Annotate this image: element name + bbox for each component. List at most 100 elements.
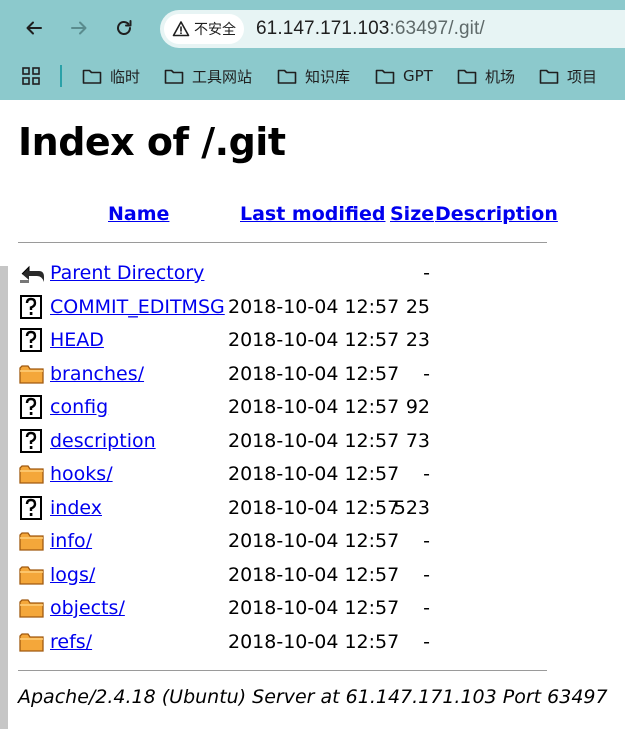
folder-outline-icon [164, 69, 184, 84]
bookmark-label: 项目 [567, 67, 598, 86]
bookmark-label: 知识库 [305, 67, 351, 86]
entry-link[interactable]: refs/ [50, 627, 92, 657]
address-bar[interactable]: 不安全 61.147.171.103:63497/.git/ [160, 10, 625, 48]
entry-date: 2018-10-04 12:57 [228, 463, 400, 485]
entry-date: 2018-10-04 12:57 [228, 563, 400, 586]
entry-date: 2018-10-04 12:57 [228, 362, 400, 385]
bookmark-folder[interactable]: 项目 [539, 64, 597, 88]
unknown-file-icon [18, 495, 46, 520]
folder-outline-icon [457, 69, 477, 84]
bookmark-label: GPT [403, 67, 433, 85]
unknown-file-icon [18, 428, 46, 453]
entry-date: 2018-10-04 12:57 [228, 396, 400, 418]
arrow-left-icon [26, 21, 42, 35]
entry-link[interactable]: index [50, 493, 102, 523]
table-row: branches/2018-10-04 12:57- [18, 359, 558, 389]
sort-by-size-link[interactable]: Size [390, 203, 434, 225]
column-header-description[interactable]: Description [435, 200, 558, 228]
entry-link[interactable]: COMMIT_EDITMSG [50, 292, 225, 322]
folder-icon [18, 563, 46, 587]
entry-link[interactable]: logs/ [50, 560, 95, 590]
reload-button[interactable] [108, 12, 140, 44]
entry-size: - [423, 530, 430, 552]
bookmark-label: 临时 [110, 67, 141, 86]
bookmarks-separator [60, 65, 62, 87]
header-rule [18, 242, 547, 243]
apps-grid-icon[interactable] [22, 67, 40, 85]
bookmark-label: 工具网站 [192, 67, 253, 86]
entry-size: 23 [405, 329, 430, 351]
back-icon [18, 261, 46, 285]
table-row: COMMIT_EDITMSG 2018-10-04 12:57 25 [18, 292, 558, 322]
entry-link[interactable]: Parent Directory [50, 258, 204, 288]
bookmark-folder[interactable]: GPT [375, 64, 433, 88]
forward-button[interactable] [63, 12, 95, 44]
table-row: refs/2018-10-04 12:57- [18, 627, 558, 657]
folder-outline-icon [375, 69, 395, 84]
column-header-last-modified[interactable]: Last modified [240, 200, 385, 228]
folder-outline-icon [277, 69, 297, 84]
entry-date: 2018-10-04 12:57 [228, 496, 400, 519]
entry-size: - [423, 630, 430, 653]
entry-size: - [423, 362, 430, 385]
folder-outline-icon [82, 69, 102, 84]
back-button[interactable] [18, 12, 50, 44]
security-label: 不安全 [194, 22, 236, 38]
folder-icon [18, 596, 46, 620]
table-row: config 2018-10-04 12:57 92 [18, 392, 558, 422]
page-title: Index of /.git [18, 120, 286, 164]
table-row: Parent Directory - [18, 258, 558, 288]
entry-size: - [423, 597, 430, 619]
scroll-edge [0, 266, 8, 729]
entry-size: - [423, 563, 430, 586]
entry-link[interactable]: config [50, 392, 108, 422]
table-row: info/2018-10-04 12:57 - [18, 526, 558, 556]
reload-icon [117, 20, 132, 35]
folder-icon [18, 630, 46, 654]
url-path: :63497/.git/ [389, 18, 485, 39]
table-row: index 2018-10-04 12:57 523 [18, 493, 558, 523]
folder-outline-icon [539, 69, 559, 84]
entry-link[interactable]: hooks/ [50, 459, 113, 489]
entry-date: 2018-10-04 12:57 [228, 597, 400, 619]
unknown-file-icon [18, 294, 46, 319]
table-row: hooks/2018-10-04 12:57 - [18, 459, 558, 489]
bookmark-folder[interactable]: 知识库 [277, 64, 350, 88]
entry-link[interactable]: objects/ [50, 593, 125, 623]
entry-size: 523 [393, 496, 430, 519]
entry-link[interactable]: info/ [50, 526, 92, 556]
folder-icon [18, 362, 46, 386]
browser-chrome: 不安全 61.147.171.103:63497/.git/ 临时 工具网站 知… [0, 0, 625, 100]
url-host: 61.147.171.103 [256, 18, 390, 39]
warning-icon [172, 21, 190, 37]
page-content: Index of /.git Name Last modified Size D… [0, 100, 625, 729]
sort-by-name-link[interactable]: Name [108, 203, 169, 225]
table-row: objects/2018-10-04 12:57 - [18, 593, 558, 623]
bookmark-folder[interactable]: 机场 [457, 64, 515, 88]
table-row: description 2018-10-04 12:57 73 [18, 426, 558, 456]
entry-size: 25 [405, 295, 430, 318]
sort-by-modified-link[interactable]: Last modified [240, 203, 385, 225]
entry-link[interactable]: branches/ [50, 359, 144, 389]
bookmarks-bar: 临时 工具网站 知识库 GPT 机场 项目 [0, 58, 625, 94]
entry-date: 2018-10-04 12:57 [228, 329, 400, 351]
entry-date: 2018-10-04 12:57 [228, 530, 400, 552]
entry-date: 2018-10-04 12:57 [228, 630, 400, 653]
entry-size: - [423, 262, 430, 284]
entry-size: 92 [405, 396, 430, 418]
column-header-size[interactable]: Size [390, 200, 434, 228]
site-security-chip[interactable]: 不安全 [164, 14, 244, 44]
url-text[interactable]: 61.147.171.103:63497/.git/ [256, 18, 485, 40]
sort-by-description-link[interactable]: Description [435, 203, 558, 225]
arrow-right-icon [71, 21, 87, 35]
column-header-name[interactable]: Name [108, 200, 169, 228]
entry-link[interactable]: HEAD [50, 325, 104, 355]
bookmark-folder[interactable]: 工具网站 [164, 64, 252, 88]
entry-date: 2018-10-04 12:57 [228, 295, 400, 318]
entry-link[interactable]: description [50, 426, 156, 456]
bookmark-folder[interactable]: 临时 [82, 64, 140, 88]
bookmark-label: 机场 [485, 67, 516, 86]
table-row: HEAD 2018-10-04 12:57 23 [18, 325, 558, 355]
table-row: logs/2018-10-04 12:57- [18, 560, 558, 590]
entry-size: 73 [405, 429, 430, 452]
